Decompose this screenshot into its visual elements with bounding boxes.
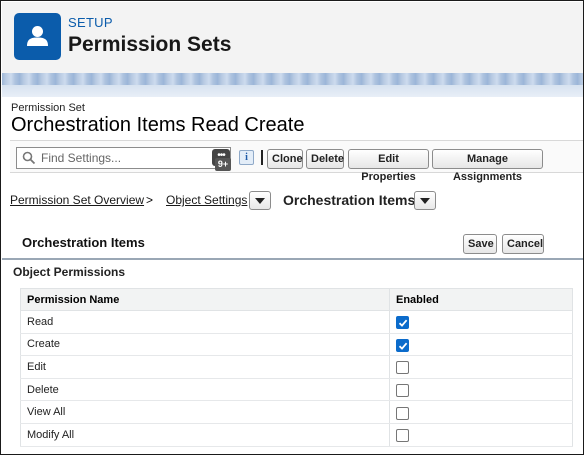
search-icon bbox=[22, 151, 36, 165]
enabled-cell bbox=[389, 422, 573, 447]
permission-name: Create bbox=[20, 332, 390, 357]
setup-header: SETUP Permission Sets bbox=[2, 2, 583, 73]
table-header-row: Permission Name Enabled bbox=[20, 288, 573, 311]
table-row: Read bbox=[20, 310, 573, 334]
save-button[interactable]: Save bbox=[463, 234, 497, 254]
chevron-down-icon bbox=[420, 198, 430, 204]
breadcrumb-permission-set-overview[interactable]: Permission Set Overview bbox=[10, 193, 144, 207]
manage-assignments-button[interactable]: Manage Assignments bbox=[432, 149, 543, 183]
enabled-cell bbox=[389, 355, 573, 379]
table-row: Edit bbox=[20, 355, 573, 379]
enabled-cell bbox=[389, 377, 573, 402]
toolbar: ••• 9+ i Clone Delete Edit Properties Ma… bbox=[10, 140, 583, 183]
column-header-permission-name: Permission Name bbox=[20, 288, 390, 311]
object-settings-dropdown[interactable] bbox=[249, 191, 271, 210]
column-header-enabled: Enabled bbox=[389, 288, 573, 311]
table-row: Delete bbox=[20, 377, 573, 402]
delete-button[interactable]: Delete bbox=[306, 149, 344, 169]
table-row: Create bbox=[20, 332, 573, 357]
checkmark-icon bbox=[398, 319, 408, 328]
permission-name: View All bbox=[20, 400, 390, 424]
enabled-checkbox[interactable] bbox=[396, 316, 409, 330]
setup-label[interactable]: SETUP bbox=[68, 15, 113, 30]
permission-name: Edit bbox=[20, 355, 390, 379]
enabled-checkbox[interactable] bbox=[396, 361, 409, 375]
current-object-dropdown[interactable] bbox=[414, 191, 436, 210]
permission-set-name: Orchestration Items Read Create bbox=[11, 114, 305, 136]
enabled-cell bbox=[389, 400, 573, 424]
table-row: Modify All bbox=[20, 422, 573, 447]
enabled-cell bbox=[389, 310, 573, 334]
breadcrumb-object-settings[interactable]: Object Settings bbox=[166, 193, 247, 207]
breadcrumb-current: Orchestration Items bbox=[283, 192, 416, 208]
toolbar-divider bbox=[261, 150, 263, 165]
table-row: View All bbox=[20, 400, 573, 424]
results-count-badge: 9+ bbox=[215, 158, 231, 171]
table-body: Read Create Edit Delete View All Modify All bbox=[20, 310, 573, 447]
enabled-checkbox[interactable] bbox=[396, 429, 409, 443]
permission-name: Delete bbox=[20, 377, 390, 402]
search-input[interactable] bbox=[41, 149, 201, 167]
object-permissions-table: Permission Name Enabled Read Create Edit De… bbox=[20, 288, 573, 447]
edit-properties-button[interactable]: Edit Properties bbox=[348, 149, 429, 183]
decorative-banner bbox=[2, 73, 583, 97]
permission-name: Modify All bbox=[20, 422, 390, 447]
clone-button[interactable]: Clone bbox=[267, 149, 303, 169]
permission-set-user-icon bbox=[14, 13, 61, 60]
enabled-checkbox[interactable] bbox=[396, 406, 409, 420]
permission-name: Read bbox=[20, 310, 390, 334]
enabled-checkbox[interactable] bbox=[396, 338, 409, 352]
enabled-cell bbox=[389, 332, 573, 357]
object-permissions-title: Object Permissions bbox=[13, 265, 126, 279]
cancel-button[interactable]: Cancel bbox=[502, 234, 544, 254]
page-title: Permission Sets bbox=[68, 33, 232, 56]
permission-set-label: Permission Set bbox=[11, 102, 85, 114]
breadcrumb-separator: > bbox=[146, 193, 154, 207]
chevron-down-icon bbox=[255, 198, 265, 204]
section-header: Orchestration Items Save Cancel bbox=[2, 227, 583, 260]
app-window: SETUP Permission Sets Permission Set Orc… bbox=[0, 0, 584, 455]
find-settings-search[interactable]: ••• bbox=[16, 147, 231, 169]
enabled-checkbox[interactable] bbox=[396, 384, 409, 398]
section-title: Orchestration Items bbox=[22, 235, 145, 250]
checkmark-icon bbox=[398, 342, 408, 350]
info-icon[interactable]: i bbox=[239, 150, 254, 165]
